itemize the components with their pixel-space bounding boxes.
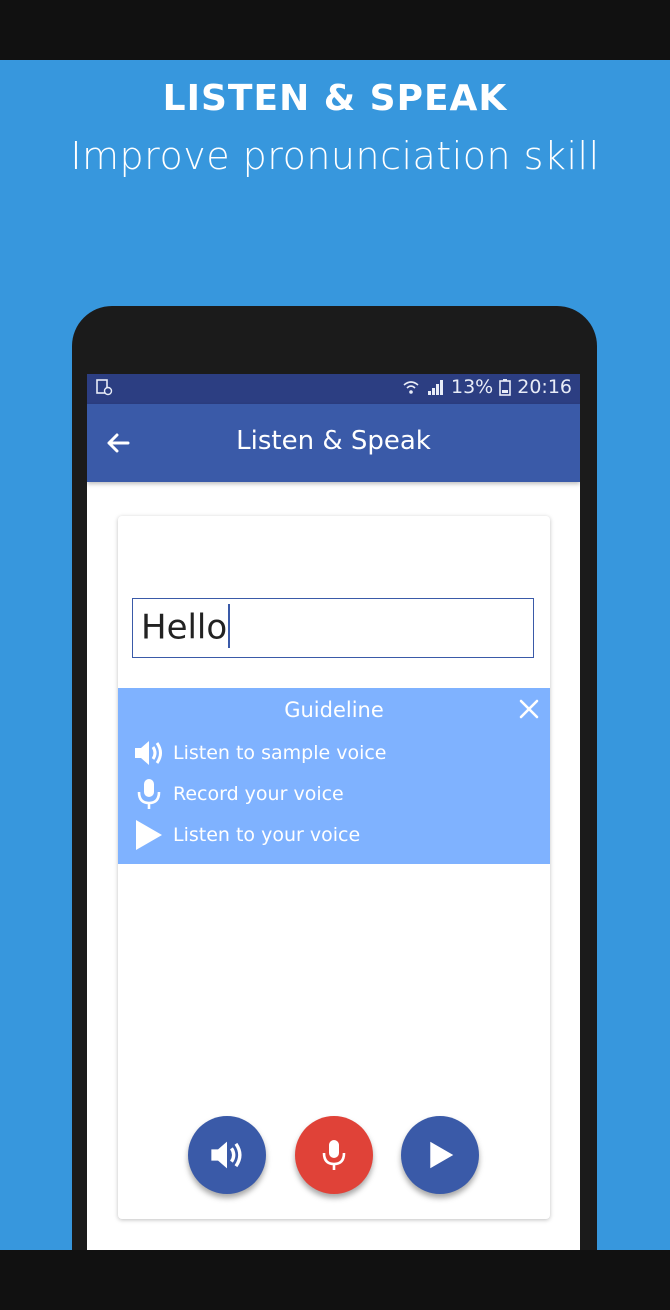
- practice-card: Hello Guideline Listen to sample voice R…: [118, 516, 550, 1219]
- phone-screen: 13% 20:16 Listen & Speak Hello Guideline: [87, 374, 580, 1254]
- battery-icon: [499, 379, 512, 396]
- speaker-icon: [135, 741, 162, 765]
- speaker-icon: [211, 1141, 242, 1169]
- status-indicators: 13% 20:16: [401, 376, 572, 398]
- signal-icon: [428, 380, 443, 395]
- guideline-item-label: Record your voice: [173, 783, 344, 805]
- app-title: Listen & Speak: [236, 426, 431, 456]
- guideline-title: Guideline: [284, 698, 384, 722]
- close-icon[interactable]: [518, 698, 540, 720]
- bottom-black-bar: [0, 1250, 670, 1310]
- play-icon: [430, 1141, 454, 1169]
- play-icon: [136, 820, 162, 850]
- app-bar: Listen & Speak: [87, 404, 580, 482]
- status-bar: 13% 20:16: [87, 374, 580, 404]
- promo-title: LISTEN & SPEAK: [162, 78, 508, 119]
- guideline-item-playback: Listen to your voice: [132, 818, 360, 852]
- wifi-icon: [403, 381, 419, 394]
- phrase-input-value: Hello: [141, 607, 228, 648]
- microphone-icon: [322, 1140, 346, 1170]
- battery-percentage: 13%: [451, 376, 494, 398]
- status-time: 20:16: [517, 376, 572, 398]
- microphone-icon: [137, 779, 161, 809]
- play-recording-button[interactable]: [401, 1116, 479, 1194]
- guideline-item-label: Listen to sample voice: [173, 742, 387, 764]
- guideline-item-record: Record your voice: [132, 777, 344, 811]
- top-black-bar: [0, 0, 670, 60]
- guideline-item-listen-sample: Listen to sample voice: [132, 736, 387, 770]
- phrase-input[interactable]: Hello: [132, 598, 534, 658]
- promo-subtitle: Improve pronunciation skill: [70, 134, 600, 178]
- listen-sample-button[interactable]: [188, 1116, 266, 1194]
- guideline-panel: Guideline Listen to sample voice Record …: [118, 688, 550, 864]
- screenshot-icon: [96, 379, 113, 396]
- text-cursor: [228, 604, 231, 648]
- record-button[interactable]: [295, 1116, 373, 1194]
- guideline-item-label: Listen to your voice: [173, 824, 361, 846]
